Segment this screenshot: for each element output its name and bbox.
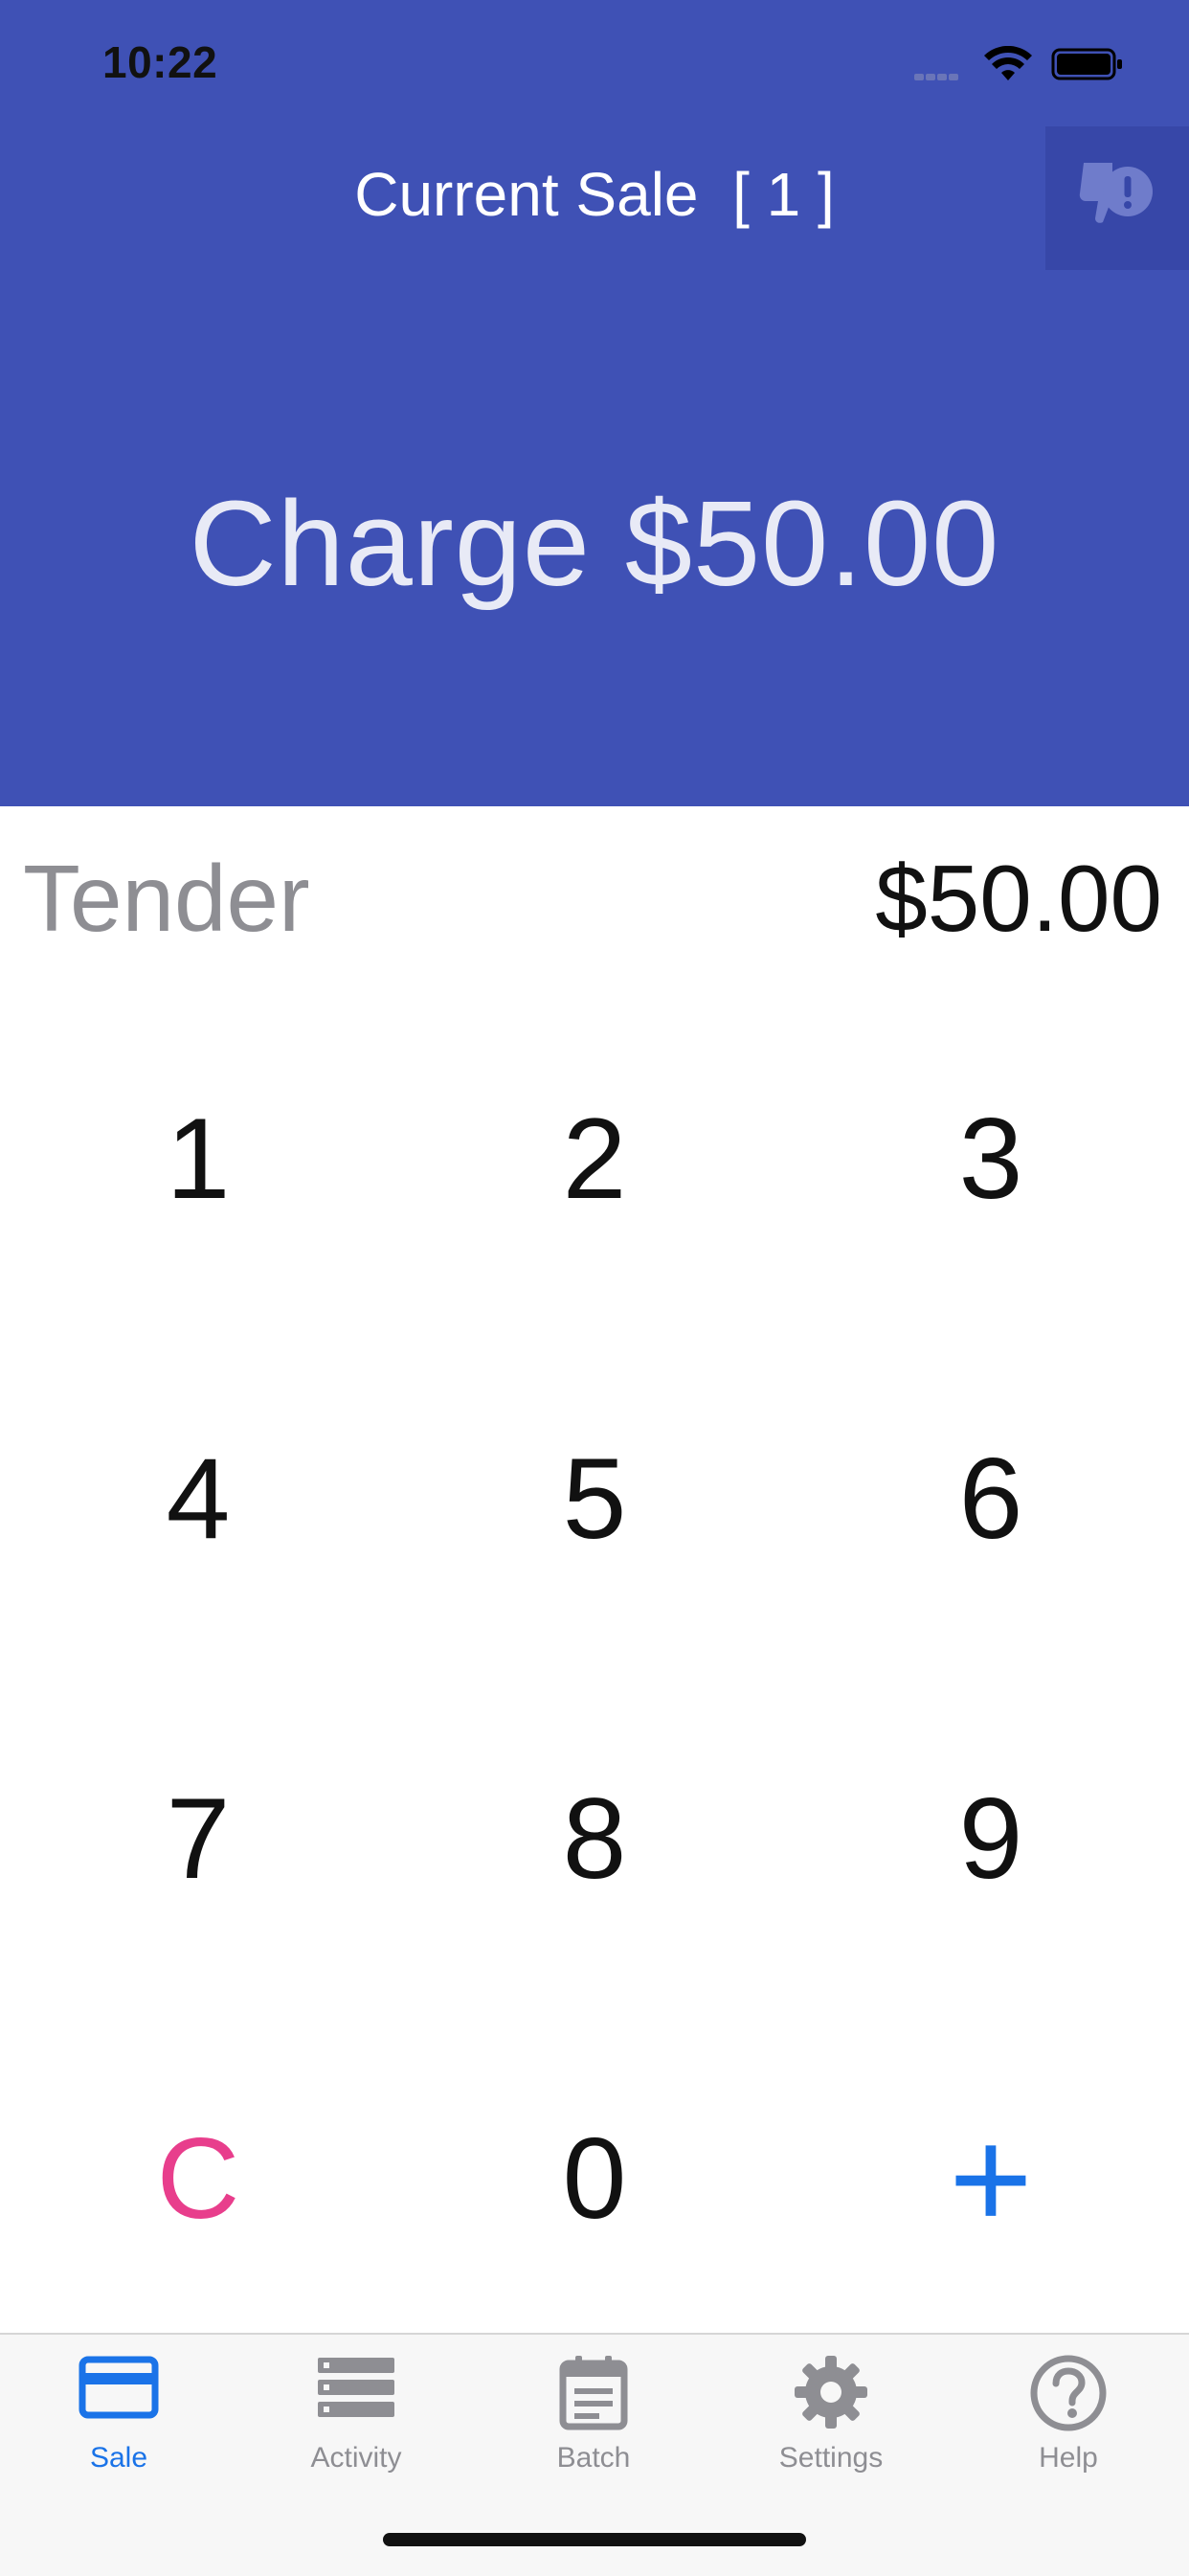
credit-card-icon [79,2356,159,2419]
feedback-alert-button[interactable] [1045,126,1189,270]
key-0[interactable]: 0 [396,2025,793,2332]
key-1[interactable]: 1 [0,1006,396,1312]
tab-batch-label: Batch [556,2442,631,2474]
tab-settings-label: Settings [778,2442,884,2474]
tab-help[interactable]: Help [950,2335,1187,2496]
key-5[interactable]: 5 [396,1345,793,1652]
status-bar: 10:22 [0,0,1189,126]
battery-icon [1051,48,1122,80]
tab-help-label: Help [1039,2442,1098,2474]
gear-icon [795,2356,867,2429]
wifi-icon [984,46,1032,80]
current-sale-title: Current Sale [ 1 ] [354,160,835,229]
key-2[interactable]: 2 [396,1006,793,1312]
key-4[interactable]: 4 [0,1345,396,1652]
key-3[interactable]: 3 [793,1006,1189,1312]
header-panel: 10:22 Current Sale [ 1 ] Charge $50.00 [0,0,1189,806]
tender-amount: $50.00 [875,846,1162,951]
key-7[interactable]: 7 [0,1685,396,1992]
thumbs-down-alert-icon [1079,163,1153,223]
tab-batch[interactable]: Batch [475,2335,712,2496]
add-item-key[interactable]: + [793,2025,1189,2332]
key-6[interactable]: 6 [793,1345,1189,1652]
list-icon [318,2358,394,2417]
help-icon [1030,2355,1107,2431]
tab-settings[interactable]: Settings [712,2335,950,2496]
keypad: 1 2 3 4 5 6 7 8 9 C 0 + [0,1006,1189,2327]
tab-activity[interactable]: Activity [237,2335,475,2496]
tab-sale-label: Sale [89,2442,148,2474]
key-8[interactable]: 8 [396,1685,793,1992]
home-indicator[interactable] [383,2533,806,2546]
tender-label: Tender [23,846,310,951]
cellular-signal-icon [914,71,970,80]
key-9[interactable]: 9 [793,1685,1189,1992]
clear-key[interactable]: C [0,2025,396,2332]
status-time: 10:22 [102,37,218,87]
charge-button[interactable]: Charge $50.00 [0,474,1189,613]
calendar-icon [559,2356,628,2430]
tab-sale[interactable]: Sale [0,2335,237,2496]
tab-activity-label: Activity [310,2442,402,2474]
tender-row: Tender $50.00 [0,806,1189,988]
